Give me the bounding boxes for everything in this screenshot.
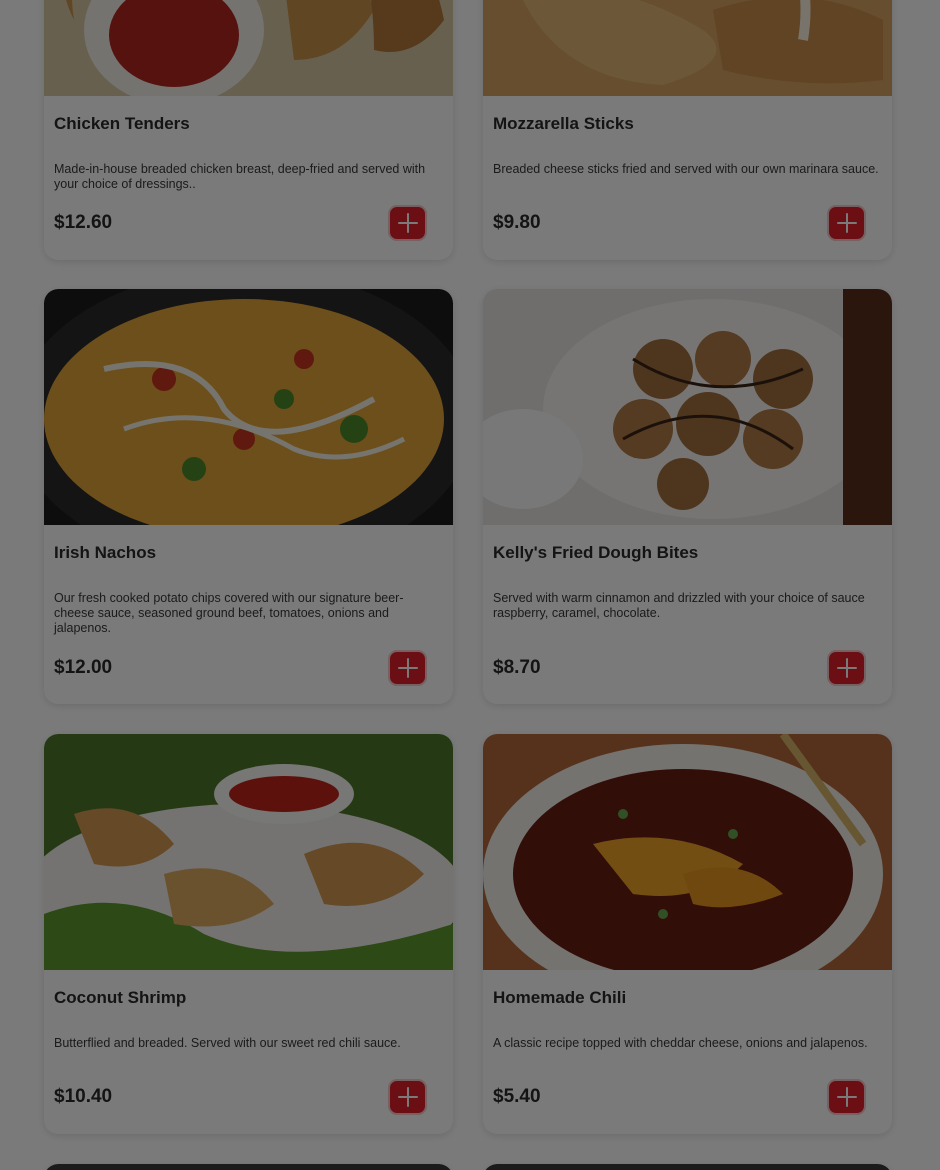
mozzarella-sticks-photo	[483, 0, 892, 96]
item-title: Coconut Shrimp	[54, 988, 187, 1007]
item-price: $10.40	[54, 1086, 113, 1107]
item-description: Made-in-house breaded chicken breast, de…	[54, 162, 426, 191]
fried-dough-bites-photo	[483, 289, 892, 525]
item-title: Kelly's Fried Dough Bites	[493, 543, 699, 562]
menu-item-card[interactable]: Irish Nachos Our fresh cooked potato chi…	[44, 289, 453, 704]
plus-icon	[397, 213, 418, 233]
item-price: $5.40	[493, 1086, 541, 1107]
next-item-photo	[44, 1164, 453, 1170]
item-title: Irish Nachos	[54, 543, 157, 562]
menu-item-card[interactable]: Coconut Shrimp Butterflied and breaded. …	[44, 734, 453, 1134]
add-to-cart-button[interactable]	[388, 1079, 427, 1115]
menu-item-card[interactable]: Kelly's Fried Dough Bites Served with wa…	[483, 289, 892, 704]
plus-icon	[397, 1087, 418, 1107]
coconut-shrimp-photo	[44, 734, 453, 970]
item-price: $12.60	[54, 212, 113, 233]
chicken-tenders-photo	[44, 0, 453, 96]
item-description: A classic recipe topped with cheddar che…	[493, 1036, 868, 1050]
menu-item-card[interactable]: Chicken Tenders Made-in-house breaded ch…	[44, 0, 453, 260]
item-description: Butterflied and breaded. Served with our…	[54, 1036, 401, 1050]
add-to-cart-button[interactable]	[827, 1079, 866, 1115]
add-to-cart-button[interactable]	[388, 205, 427, 241]
plus-icon	[836, 213, 857, 233]
irish-nachos-photo	[44, 289, 453, 525]
item-price: $12.00	[54, 657, 113, 678]
add-to-cart-button[interactable]	[388, 650, 427, 686]
item-price: $8.70	[493, 657, 541, 678]
menu-item-card[interactable]	[483, 1164, 892, 1170]
plus-icon	[397, 658, 418, 678]
item-price: $9.80	[493, 212, 541, 233]
item-title: Chicken Tenders	[54, 114, 190, 133]
menu-item-card[interactable]: Homemade Chili A classic recipe topped w…	[483, 734, 892, 1134]
item-description: Breaded cheese sticks fried and served w…	[493, 162, 879, 176]
next-item-photo	[483, 1164, 892, 1170]
plus-icon	[836, 1087, 857, 1107]
plus-icon	[836, 658, 857, 678]
homemade-chili-photo	[483, 734, 892, 970]
menu-item-card[interactable]: Mozzarella Sticks Breaded cheese sticks …	[483, 0, 892, 260]
item-description: Our fresh cooked potato chips covered wi…	[54, 591, 404, 635]
item-title: Homemade Chili	[493, 988, 627, 1007]
add-to-cart-button[interactable]	[827, 650, 866, 686]
item-title: Mozzarella Sticks	[493, 114, 634, 133]
menu-item-card[interactable]	[44, 1164, 453, 1170]
menu-grid: Chicken Tenders Made-in-house breaded ch…	[44, 0, 892, 1170]
item-description: Served with warm cinnamon and drizzled w…	[493, 591, 865, 620]
add-to-cart-button[interactable]	[827, 205, 866, 241]
